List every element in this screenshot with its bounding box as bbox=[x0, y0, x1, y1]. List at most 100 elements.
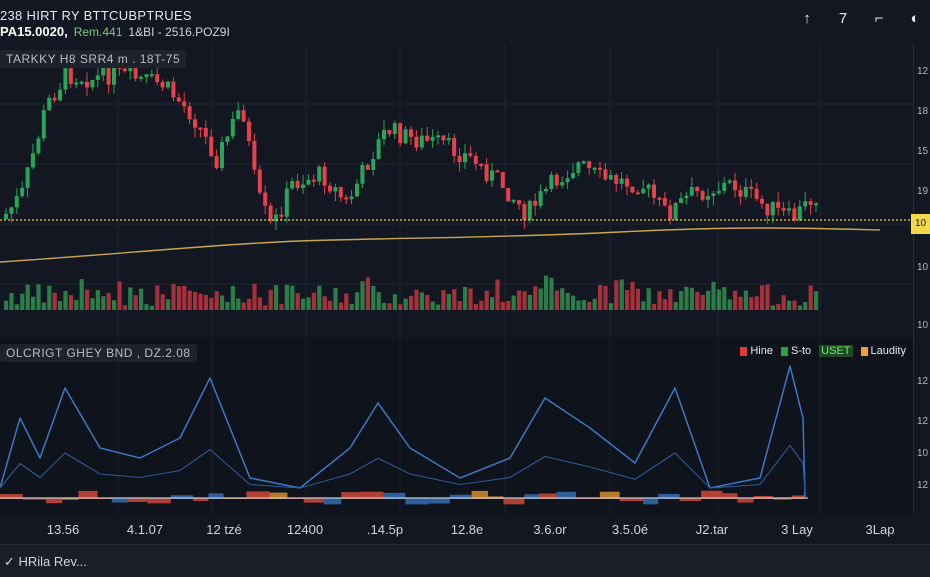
volume-bar bbox=[441, 290, 446, 310]
histogram-bar bbox=[303, 498, 324, 503]
volume-bar bbox=[565, 292, 570, 310]
candlestick-chart[interactable] bbox=[0, 44, 913, 336]
volume-bar bbox=[371, 285, 376, 310]
volume-bar bbox=[20, 293, 25, 310]
histogram-bar bbox=[737, 498, 754, 503]
volume-bar bbox=[436, 304, 441, 310]
candle-body bbox=[684, 195, 689, 199]
candle-body bbox=[376, 139, 381, 159]
volume-bar bbox=[382, 302, 387, 310]
candle-body bbox=[268, 205, 273, 222]
time-axis-tick: 13.56 bbox=[46, 522, 80, 537]
candle-body bbox=[230, 118, 235, 137]
candle-body bbox=[365, 164, 370, 170]
candle-body bbox=[317, 166, 322, 182]
footer-label[interactable]: ✓ HRila Rev... bbox=[4, 554, 87, 570]
volume-bar bbox=[749, 297, 754, 310]
candle-body bbox=[236, 110, 241, 119]
candle-body bbox=[220, 142, 224, 169]
histogram-bar bbox=[405, 498, 430, 505]
candle-body bbox=[797, 206, 802, 221]
volume-bar bbox=[268, 289, 273, 310]
time-axis[interactable]: 13.56 4.1.07 12 tzé 12400 .14.5p 12.8e 3.6.or 3… bbox=[0, 514, 930, 544]
volume-bar bbox=[322, 296, 327, 310]
volume-bar bbox=[781, 295, 786, 310]
candle-body bbox=[646, 184, 651, 189]
candle-body bbox=[727, 180, 732, 183]
volume-bar bbox=[376, 292, 381, 310]
candle-body bbox=[387, 129, 392, 135]
candle-body bbox=[711, 193, 716, 197]
candle-body bbox=[517, 200, 521, 205]
candle-body bbox=[511, 200, 516, 203]
volume-bar bbox=[25, 284, 30, 310]
candle-body bbox=[533, 200, 538, 206]
volume-bar bbox=[387, 303, 392, 310]
candle-body bbox=[301, 184, 305, 188]
candle-body bbox=[641, 188, 646, 194]
candle-body bbox=[689, 187, 694, 196]
volume-bar bbox=[4, 300, 9, 310]
candle-body bbox=[371, 158, 376, 170]
volume-bar bbox=[403, 298, 408, 310]
volume-bar bbox=[328, 300, 333, 310]
candle-body bbox=[522, 204, 527, 220]
candle-body bbox=[808, 201, 813, 205]
volume-bar bbox=[106, 293, 111, 310]
volume-bar bbox=[587, 302, 592, 310]
volume-bar bbox=[490, 297, 495, 310]
candle-body bbox=[419, 135, 424, 148]
candle-body bbox=[398, 123, 403, 144]
volume-bar bbox=[360, 281, 365, 310]
volume-bar bbox=[673, 302, 678, 310]
candle-body bbox=[4, 213, 8, 219]
volume-bar bbox=[571, 295, 576, 310]
candle-body bbox=[198, 127, 203, 130]
volume-bar bbox=[284, 284, 289, 310]
candle-body bbox=[311, 179, 316, 182]
crop-icon[interactable]: ⌐ bbox=[870, 10, 888, 27]
volume-bar bbox=[538, 288, 543, 310]
time-axis-tick: 12400 bbox=[286, 522, 324, 537]
price-axis-tick: 10 bbox=[917, 320, 929, 331]
time-axis-tick: 12.8e bbox=[450, 522, 484, 537]
candle-body bbox=[247, 121, 251, 142]
volume-bar bbox=[495, 279, 500, 310]
last-price: PA15.0020, bbox=[0, 24, 68, 39]
candle-body bbox=[716, 190, 721, 194]
candle-body bbox=[360, 164, 365, 184]
contrast-icon[interactable]: ◐ bbox=[906, 10, 924, 27]
legend-item: USET bbox=[819, 345, 853, 357]
candle-body bbox=[112, 66, 116, 85]
candle-body bbox=[333, 187, 338, 192]
arrow-up-icon[interactable]: ↑ bbox=[798, 10, 816, 27]
candle-body bbox=[9, 207, 14, 214]
volume-bar bbox=[209, 297, 214, 310]
candle-body bbox=[263, 192, 268, 206]
main-pane-title: TARKKY H8 SRR4 m . 18T-75 bbox=[0, 50, 187, 68]
candle-body bbox=[290, 180, 295, 189]
candle-body bbox=[338, 187, 343, 198]
volume-bar bbox=[625, 290, 630, 310]
volume-bar bbox=[760, 285, 765, 310]
volume-bar bbox=[576, 300, 581, 310]
candle-body bbox=[760, 198, 764, 204]
oscillator-chart[interactable] bbox=[0, 338, 913, 514]
volume-bar bbox=[176, 286, 181, 310]
legend-swatch bbox=[860, 346, 868, 356]
histogram-bar bbox=[111, 498, 129, 503]
volume-bar bbox=[527, 294, 532, 310]
volume-bar bbox=[733, 290, 738, 310]
volume-bar bbox=[668, 289, 673, 310]
seven-icon[interactable]: 7 bbox=[834, 10, 852, 27]
price-axis[interactable]: 12 18 15 19 10 10 12 12 10 12 bbox=[913, 44, 930, 514]
time-axis-tick: J2.tar bbox=[695, 522, 729, 537]
candle-body bbox=[814, 203, 818, 206]
volume-bar bbox=[792, 300, 797, 310]
candle-body bbox=[306, 179, 311, 185]
candle-body bbox=[133, 68, 138, 79]
candle-body bbox=[58, 89, 62, 101]
candle-body bbox=[776, 201, 781, 208]
volume-bar bbox=[203, 294, 208, 310]
candle-body bbox=[484, 164, 489, 181]
